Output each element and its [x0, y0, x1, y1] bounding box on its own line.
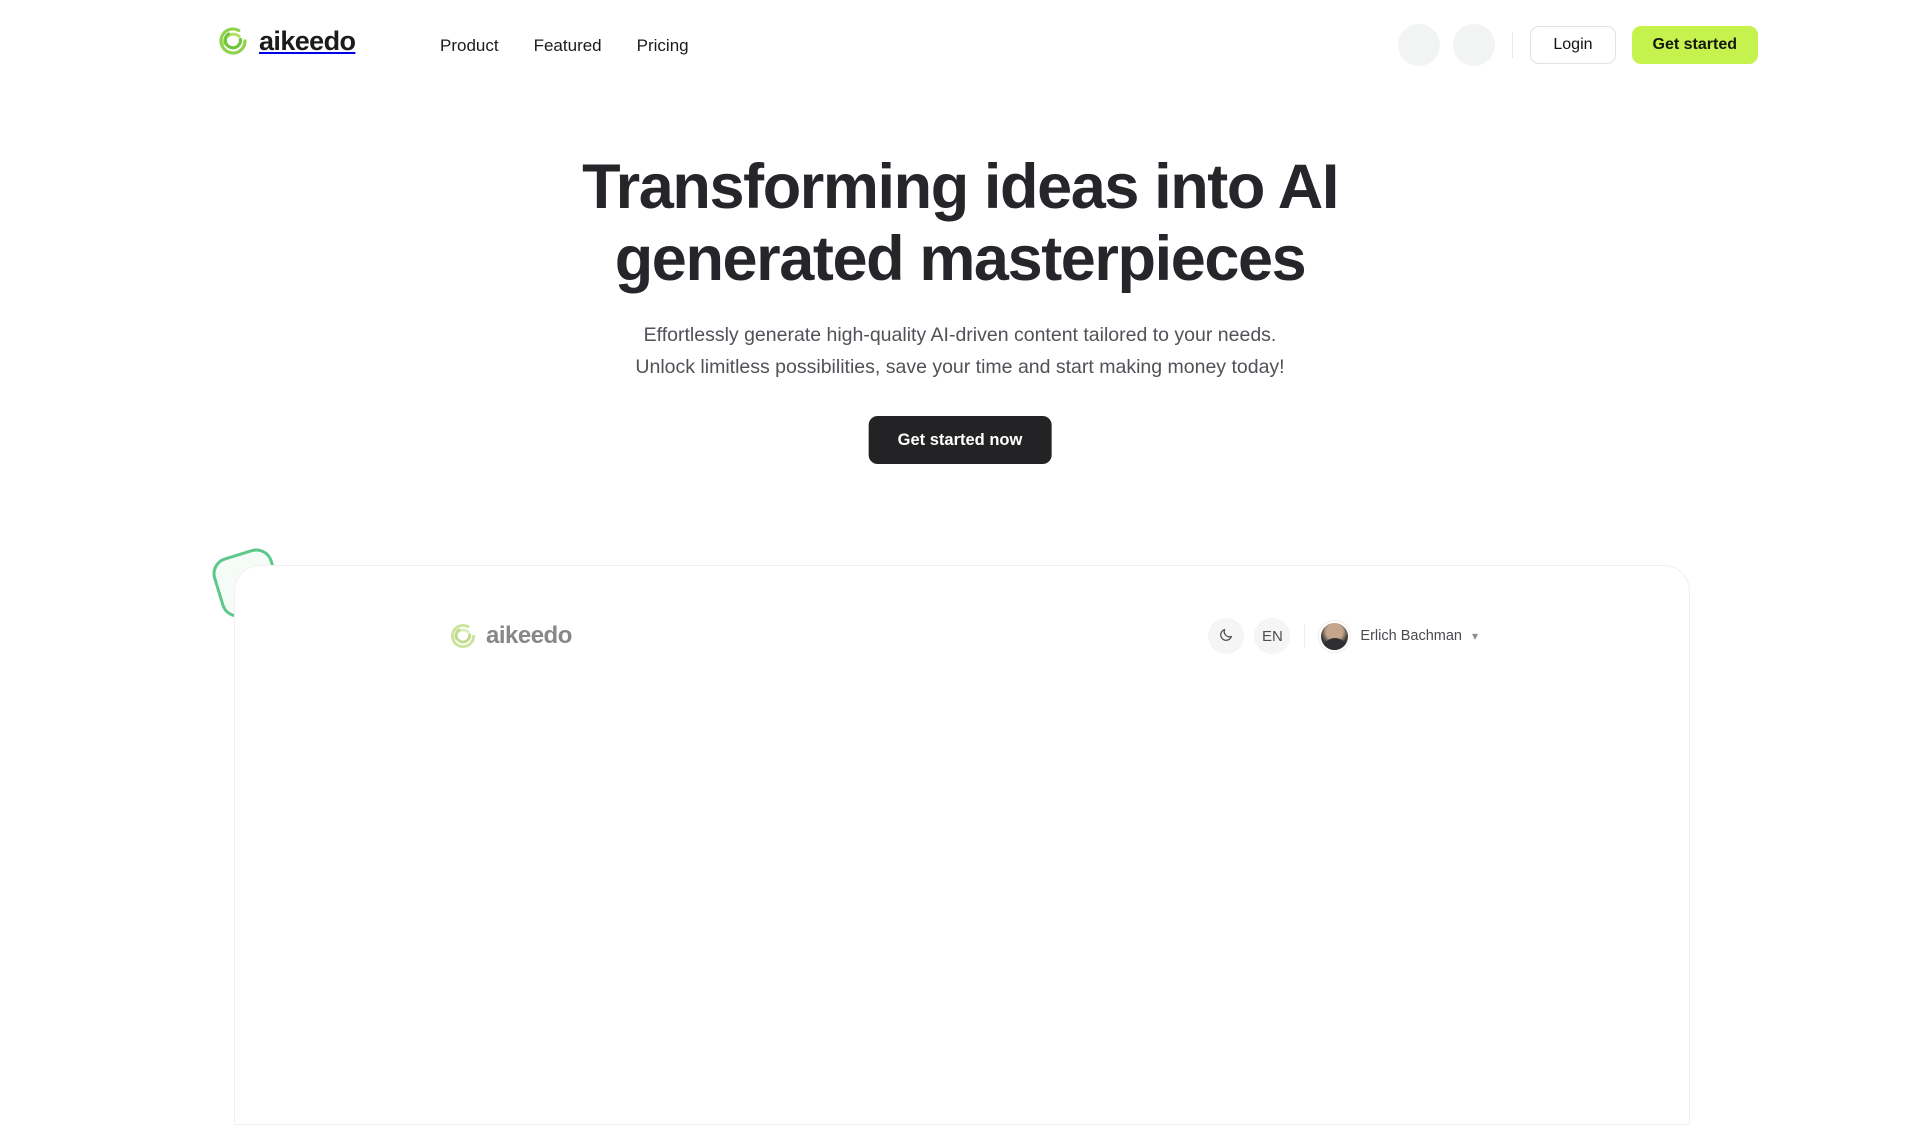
hero-subtitle-line-1: Effortlessly generate high-quality AI-dr… [643, 324, 1277, 346]
hero-title-line-1: Transforming ideas into AI [582, 152, 1339, 222]
chevron-down-icon: ▾ [1471, 629, 1478, 643]
page-title: Transforming ideas into AI generated mas… [0, 152, 1920, 296]
dashboard-header-divider [1304, 624, 1306, 648]
header-divider [1512, 32, 1514, 58]
dashboard-header-actions: EN Erlich Bachman ▾ [1208, 618, 1478, 654]
nav-item-pricing[interactable]: Pricing [637, 37, 689, 54]
hero-subtitle-line-2: Unlock limitless possibilities, save you… [635, 355, 1285, 378]
dashboard-aikeedo-spiral-logo-icon [448, 621, 478, 651]
theme-toggle-button[interactable] [1208, 618, 1245, 654]
dashboard-brand-name: aikeedo [486, 622, 572, 649]
user-menu[interactable]: Erlich Bachman ▾ [1319, 620, 1478, 652]
login-button[interactable]: Login [1530, 26, 1616, 64]
hero-get-started-now-button[interactable]: Get started now [868, 416, 1052, 464]
nav-item-product[interactable]: Product [440, 37, 499, 54]
aikeedo-spiral-logo-icon [216, 24, 250, 58]
avatar [1319, 620, 1351, 652]
language-selector-button[interactable]: EN [1254, 618, 1291, 654]
nav-item-featured[interactable]: Featured [534, 37, 602, 54]
dashboard-header: aikeedo EN Erlich Bachman ▾ [448, 608, 1478, 664]
dashboard-preview: aikeedo EN Erlich Bachman ▾ Welcome Erli [234, 565, 1690, 1125]
hero-title-line-2: generated masterpieces [614, 223, 1307, 294]
brand-name: aikeedo [259, 25, 356, 56]
header-actions: Login Get started [1398, 24, 1758, 66]
main-navigation: Product Featured Pricing [440, 37, 689, 54]
dashboard-brand[interactable]: aikeedo [448, 621, 572, 651]
site-header: aikeedo Product Featured Pricing Login G… [0, 0, 1920, 96]
get-started-button[interactable]: Get started [1631, 26, 1758, 64]
brand-logo[interactable]: aikeedo [216, 24, 356, 58]
header-ghost-button-2[interactable] [1453, 24, 1496, 66]
hero-subtitle: Effortlessly generate high-quality AI-dr… [0, 320, 1920, 383]
moon-icon [1219, 627, 1234, 646]
user-name: Erlich Bachman [1360, 627, 1462, 644]
header-ghost-button-1[interactable] [1398, 24, 1441, 66]
